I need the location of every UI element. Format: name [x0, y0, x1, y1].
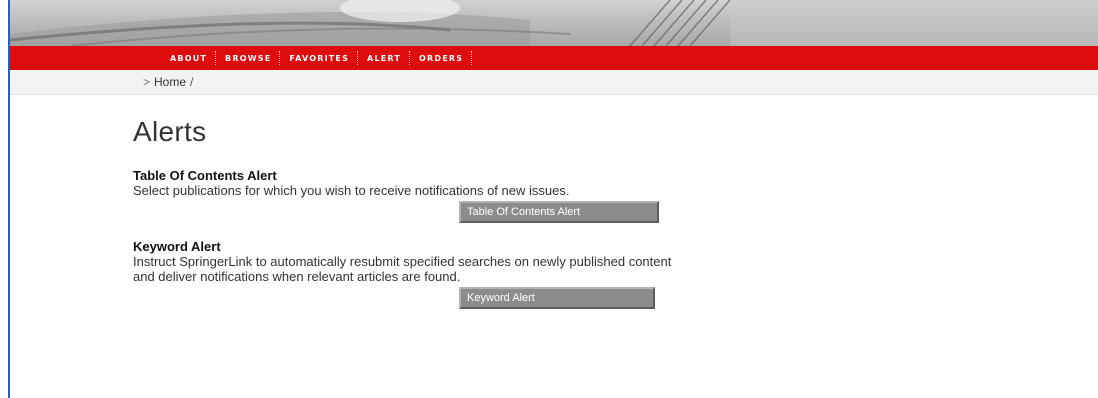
keyword-alert-section: Keyword Alert Instruct SpringerLink to a… — [133, 239, 673, 309]
breadcrumb-home-link[interactable]: Home — [154, 75, 186, 89]
toc-alert-button[interactable]: Table Of Contents Alert — [459, 201, 659, 223]
main-content: Alerts Table Of Contents Alert Select pu… — [133, 116, 693, 309]
keyword-alert-description: Instruct SpringerLink to automatically r… — [133, 254, 672, 284]
banner-graphic — [10, 0, 1098, 46]
nav-item-favorites[interactable]: FAVORITES — [281, 54, 357, 63]
breadcrumb: > Home / — [143, 75, 193, 89]
nav-item-browse[interactable]: BROWSE — [217, 54, 279, 63]
page-title: Alerts — [133, 116, 207, 147]
nav-separator — [471, 51, 473, 65]
breadcrumb-separator: / — [190, 75, 194, 89]
nav-item-orders[interactable]: ORDERS — [411, 54, 471, 63]
keyword-alert-button[interactable]: Keyword Alert — [459, 287, 655, 309]
toc-alert-description: Select publications for which you wish t… — [133, 183, 570, 198]
page-frame: ABOUT BROWSE FAVORITES ALERT ORDERS > Hom… — [0, 0, 1098, 398]
nav-item-alert[interactable]: ALERT — [359, 54, 409, 63]
nav-menu: ABOUT BROWSE FAVORITES ALERT ORDERS — [162, 46, 473, 70]
breadcrumb-arrow-icon: > — [143, 75, 151, 89]
toc-alert-section: Table Of Contents Alert Select publicati… — [133, 168, 673, 223]
breadcrumb-bar: > Home / — [10, 70, 1098, 95]
nav-item-about[interactable]: ABOUT — [162, 54, 215, 63]
main-navbar: ABOUT BROWSE FAVORITES ALERT ORDERS — [10, 46, 1098, 70]
header-banner — [10, 0, 1098, 46]
keyword-alert-heading: Keyword Alert — [133, 239, 221, 254]
toc-alert-heading: Table Of Contents Alert — [133, 168, 277, 183]
